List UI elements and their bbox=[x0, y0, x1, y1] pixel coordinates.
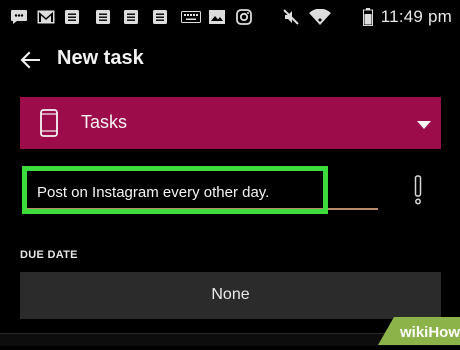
phone-icon bbox=[40, 109, 58, 137]
task-title-input[interactable]: Post on Instagram every other day. bbox=[20, 170, 378, 212]
input-underline bbox=[26, 208, 378, 210]
page-title: New task bbox=[57, 47, 144, 69]
notes-icon bbox=[63, 8, 81, 26]
arrow-back-icon[interactable] bbox=[16, 46, 44, 74]
notes-icon bbox=[94, 8, 112, 26]
list-selector-dropdown[interactable]: Tasks bbox=[20, 97, 441, 149]
wifi-icon bbox=[309, 8, 331, 26]
status-time: 11:49 pm bbox=[380, 7, 452, 26]
keyboard-icon bbox=[180, 8, 202, 26]
due-date-label: DUE DATE bbox=[20, 249, 78, 261]
gmail-icon bbox=[37, 8, 55, 26]
notes-icon bbox=[151, 8, 169, 26]
exclamation-icon[interactable] bbox=[413, 175, 423, 205]
list-selector-label: Tasks bbox=[81, 112, 128, 132]
mute-icon bbox=[282, 8, 300, 26]
due-date-value: None bbox=[211, 286, 250, 303]
svg-text:wikiHow: wikiHow bbox=[399, 324, 460, 341]
status-bar: 11:49 pm bbox=[0, 0, 460, 34]
instagram-icon bbox=[235, 8, 253, 26]
battery-icon bbox=[362, 8, 374, 26]
app-bar: New task bbox=[0, 34, 460, 86]
task-title-value: Post on Instagram every other day. bbox=[37, 184, 270, 201]
triangle-down-icon bbox=[417, 117, 431, 129]
wikihow-logo: wikiHow bbox=[364, 317, 460, 345]
due-date-button[interactable]: None bbox=[20, 272, 441, 319]
chat-icon bbox=[10, 8, 28, 26]
image-icon bbox=[208, 8, 226, 26]
notes-icon bbox=[122, 8, 140, 26]
